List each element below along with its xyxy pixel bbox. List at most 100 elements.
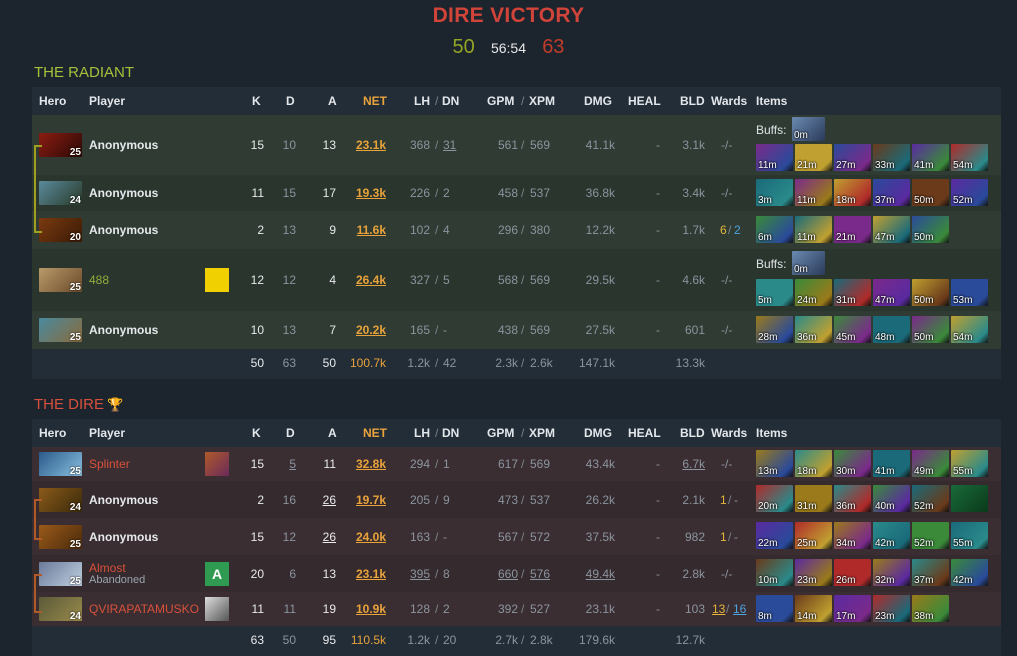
player-row[interactable]: 25 Almost Abandoned A 20 6 13 23.1k 395/8 660/576…	[32, 555, 1001, 592]
item-time: 22m	[758, 538, 778, 549]
item-icon[interactable]: 50m	[912, 216, 949, 243]
item-icon[interactable]: 55m	[951, 450, 988, 477]
player-name[interactable]: Anonymous	[89, 323, 158, 337]
item-icon[interactable]	[951, 485, 988, 512]
player-row[interactable]: 20 Anonymous 2 13 9 11.6k 102/4 296/380 12.2k -1.…	[32, 211, 1001, 249]
item-icon[interactable]: 49m	[912, 450, 949, 477]
buff-icon[interactable]: 0m	[792, 251, 825, 275]
item-icon[interactable]: 37m	[912, 559, 949, 586]
item-icon[interactable]: 52m	[912, 522, 949, 549]
item-icon[interactable]: 17m	[834, 595, 871, 622]
item-icon[interactable]: 53m	[951, 279, 988, 306]
hero-portrait[interactable]: 24	[39, 181, 82, 206]
item-icon[interactable]: 24m	[795, 279, 832, 306]
item-icon[interactable]: 23m	[873, 595, 910, 622]
item-icon[interactable]: 45m	[834, 316, 871, 343]
hero-portrait[interactable]: 25	[39, 133, 82, 158]
player-row[interactable]: 24 Anonymous 2 16 26 19.7k 205/9 473/537 26.2k -2…	[32, 481, 1001, 518]
item-icon[interactable]: 18m	[834, 179, 871, 206]
item-icon[interactable]: 22m	[756, 522, 793, 549]
item-icon[interactable]: 34m	[834, 522, 871, 549]
item-icon[interactable]: 11m	[795, 179, 832, 206]
player-name[interactable]: 488	[89, 273, 109, 287]
item-icon[interactable]: 54m	[951, 316, 988, 343]
stat-sep: /	[521, 529, 525, 544]
hero-portrait[interactable]: 25	[39, 524, 82, 550]
player-name[interactable]: QVIRAPATAMUSKO	[89, 602, 199, 616]
player-name[interactable]: Almost	[89, 561, 126, 575]
item-icon[interactable]: 42m	[951, 559, 988, 586]
player-name[interactable]: Anonymous	[89, 493, 158, 507]
item-icon[interactable]: 50m	[912, 179, 949, 206]
hero-portrait[interactable]: 20	[39, 218, 82, 243]
item-icon[interactable]: 48m	[873, 316, 910, 343]
player-row[interactable]: 25 Anonymous 10 13 7 20.2k 165/-438/569 27.5k -6…	[32, 311, 1001, 349]
hero-portrait[interactable]: 25	[39, 318, 82, 343]
player-avatar[interactable]	[205, 597, 229, 621]
player-badge-a[interactable]: A	[205, 561, 229, 586]
item-icon[interactable]: 26m	[834, 559, 871, 586]
player-avatar[interactable]	[205, 452, 229, 476]
hero-portrait[interactable]: 25	[39, 452, 82, 477]
player-name[interactable]: Anonymous	[89, 138, 158, 152]
item-icon[interactable]: 8m	[756, 595, 793, 622]
item-icon[interactable]: 52m	[951, 179, 988, 206]
player-name[interactable]: Splinter	[89, 457, 130, 471]
item-icon[interactable]: 30m	[834, 450, 871, 477]
player-name[interactable]: Anonymous	[89, 530, 158, 544]
total-dn: 20	[443, 633, 457, 647]
item-icon[interactable]: 27m	[834, 144, 871, 171]
item-icon[interactable]: 47m	[873, 279, 910, 306]
hero-portrait[interactable]: 24	[39, 597, 82, 622]
item-icon[interactable]: 33m	[873, 144, 910, 171]
item-icon[interactable]: 36m	[834, 485, 871, 512]
item-icon[interactable]: 23m	[795, 559, 832, 586]
item-icon[interactable]: 11m	[795, 216, 832, 243]
player-row[interactable]: 24 Anonymous 11 15 17 19.3k 226/2 458/537 36.8k -…	[32, 175, 1001, 211]
item-icon[interactable]: 41m	[873, 450, 910, 477]
buff-icon[interactable]: 0m	[792, 117, 825, 141]
item-icon[interactable]: 50m	[912, 279, 949, 306]
player-row[interactable]: 25 Anonymous 15 12 26 24.0k 163/-567/572 37.5k -…	[32, 518, 1001, 555]
item-icon[interactable]: 31m	[795, 485, 832, 512]
item-icon[interactable]: 5m	[756, 279, 793, 306]
player-row[interactable]: 25 488 12 12 4 26.4k 327/5 568/569 29.5k -4.6k -/-…	[32, 249, 1001, 311]
player-name[interactable]: Anonymous	[89, 223, 158, 237]
player-row[interactable]: 25 Splinter 15 5 11 32.8k 294/1 617/569 43.4k -6.…	[32, 447, 1001, 481]
hero-portrait[interactable]: 25	[39, 561, 82, 587]
item-icon[interactable]: 37m	[873, 179, 910, 206]
item-icon[interactable]: 20m	[756, 485, 793, 512]
col-player: Player	[89, 94, 126, 108]
player-name[interactable]: Anonymous	[89, 186, 158, 200]
item-icon[interactable]: 6m	[756, 216, 793, 243]
item-icon[interactable]: 32m	[873, 559, 910, 586]
item-icon[interactable]: 41m	[912, 144, 949, 171]
assists: 11	[323, 457, 336, 471]
wards-observer: 1	[720, 492, 727, 507]
item-icon[interactable]: 14m	[795, 595, 832, 622]
item-icon[interactable]: 38m	[912, 595, 949, 622]
item-icon[interactable]: 21m	[834, 216, 871, 243]
item-icon[interactable]: 55m	[951, 522, 988, 549]
item-icon[interactable]: 50m	[912, 316, 949, 343]
item-icon[interactable]: 13m	[756, 450, 793, 477]
player-row[interactable]: 25 Anonymous 15 10 13 23.1k 368/31 561/569 41.1k…	[32, 115, 1001, 175]
item-icon[interactable]: 18m	[795, 450, 832, 477]
item-icon[interactable]: 25m	[795, 522, 832, 549]
hero-portrait[interactable]: 25	[39, 268, 82, 293]
item-icon[interactable]: 47m	[873, 216, 910, 243]
hero-portrait[interactable]: 24	[39, 487, 82, 513]
item-icon[interactable]: 54m	[951, 144, 988, 171]
item-icon[interactable]: 42m	[873, 522, 910, 549]
item-icon[interactable]: 28m	[756, 316, 793, 343]
item-icon[interactable]: 21m	[795, 144, 832, 171]
item-icon[interactable]: 52m	[912, 485, 949, 512]
item-icon[interactable]: 10m	[756, 559, 793, 586]
player-row[interactable]: 24 QVIRAPATAMUSKO 11 11 19 10.9k 128/2 392/527 2…	[32, 592, 1001, 626]
item-icon[interactable]: 36m	[795, 316, 832, 343]
player-badge-ferrari[interactable]	[205, 268, 229, 292]
item-icon[interactable]: 11m	[756, 144, 793, 171]
item-icon[interactable]: 31m	[834, 279, 871, 306]
item-icon[interactable]: 3m	[756, 179, 793, 206]
item-icon[interactable]: 40m	[873, 485, 910, 512]
